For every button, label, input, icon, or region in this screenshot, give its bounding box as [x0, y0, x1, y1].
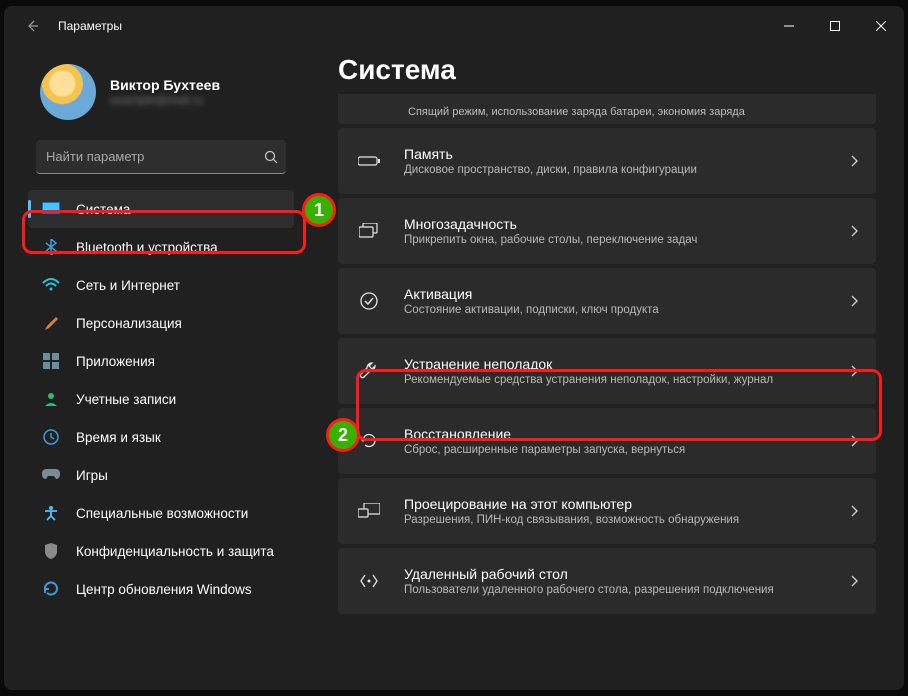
maximize-icon	[830, 21, 840, 31]
sidebar-item-privacy[interactable]: Конфиденциальность и защита	[28, 532, 294, 570]
user-block[interactable]: Виктор Бухтеев example@mail.ru	[12, 56, 304, 136]
arrow-left-icon	[24, 18, 40, 34]
minimize-icon	[784, 21, 794, 31]
row-multitasking[interactable]: Многозадачность Прикрепить окна, рабочие …	[338, 198, 876, 264]
row-recovery[interactable]: Восстановление Сброс, расширенные парамет…	[338, 408, 876, 474]
system-icon	[42, 200, 60, 218]
row-title: Память	[404, 146, 828, 162]
user-name: Виктор Бухтеев	[110, 77, 220, 93]
clock-icon	[42, 428, 60, 446]
chevron-right-icon	[850, 435, 858, 447]
row-projecting[interactable]: Проецирование на этот компьютер Разрешени…	[338, 478, 876, 544]
row-power-partial[interactable]: Спящий режим, использование заряда батар…	[338, 94, 876, 124]
sidebar-item-label: Время и язык	[76, 430, 161, 445]
row-storage[interactable]: Память Дисковое пространство, диски, прав…	[338, 128, 876, 194]
row-title: Удаленный рабочий стол	[404, 566, 828, 582]
gaming-icon	[42, 466, 60, 484]
sidebar-item-gaming[interactable]: Игры	[28, 456, 294, 494]
chevron-right-icon	[850, 365, 858, 377]
chevron-right-icon	[850, 575, 858, 587]
row-desc: Прикрепить окна, рабочие столы, переключ…	[404, 234, 828, 246]
brush-icon	[42, 314, 60, 332]
search-box[interactable]	[36, 140, 286, 174]
sidebar-item-bluetooth[interactable]: Bluetooth и устройства	[28, 228, 294, 266]
nav-list: Система Bluetooth и устройства Сеть и Ин…	[12, 190, 304, 608]
storage-icon	[356, 155, 382, 167]
row-title: Восстановление	[404, 426, 828, 442]
content-area: Виктор Бухтеев example@mail.ru Система B…	[4, 46, 904, 690]
minimize-button[interactable]	[766, 10, 812, 42]
row-desc: Пользователи удаленного рабочего стола, …	[404, 584, 828, 596]
chevron-right-icon	[850, 505, 858, 517]
sidebar-item-label: Конфиденциальность и защита	[76, 544, 274, 559]
row-desc: Дисковое пространство, диски, правила ко…	[404, 164, 828, 176]
sidebar-item-label: Специальные возможности	[76, 506, 248, 521]
row-desc: Сброс, расширенные параметры запуска, ве…	[404, 444, 828, 456]
accessibility-icon	[42, 504, 60, 522]
user-text: Виктор Бухтеев example@mail.ru	[110, 77, 220, 107]
sidebar-item-apps[interactable]: Приложения	[28, 342, 294, 380]
window-controls	[766, 10, 904, 42]
row-title: Устранение неполадок	[404, 356, 828, 372]
sidebar-item-label: Bluetooth и устройства	[76, 240, 218, 255]
settings-list: Спящий режим, использование заряда батар…	[338, 94, 876, 614]
apps-icon	[42, 352, 60, 370]
sidebar-item-time[interactable]: Время и язык	[28, 418, 294, 456]
bluetooth-icon	[42, 238, 60, 256]
settings-window: Параметры Виктор Бухтеев example@mail.ru	[4, 6, 904, 690]
chevron-right-icon	[850, 155, 858, 167]
row-title: Активация	[404, 286, 828, 302]
sidebar-item-network[interactable]: Сеть и Интернет	[28, 266, 294, 304]
maximize-button[interactable]	[812, 10, 858, 42]
close-icon	[876, 21, 886, 31]
sidebar-item-label: Учетные записи	[76, 392, 176, 407]
projecting-icon	[356, 503, 382, 519]
sidebar: Виктор Бухтеев example@mail.ru Система B…	[4, 46, 304, 690]
sidebar-item-accessibility[interactable]: Специальные возможности	[28, 494, 294, 532]
wifi-icon	[42, 276, 60, 294]
avatar	[40, 64, 96, 120]
remote-icon	[356, 573, 382, 589]
accounts-icon	[42, 390, 60, 408]
sidebar-item-label: Сеть и Интернет	[76, 278, 180, 293]
titlebar: Параметры	[4, 6, 904, 46]
shield-icon	[42, 542, 60, 560]
chevron-right-icon	[850, 295, 858, 307]
sidebar-item-system[interactable]: Система	[28, 190, 294, 228]
chevron-right-icon	[850, 225, 858, 237]
sidebar-item-label: Центр обновления Windows	[76, 582, 252, 597]
row-desc: Спящий режим, использование заряда батар…	[356, 106, 745, 118]
search-icon	[264, 150, 278, 164]
sidebar-item-label: Система	[76, 202, 130, 217]
multitasking-icon	[356, 223, 382, 239]
sidebar-item-personalization[interactable]: Персонализация	[28, 304, 294, 342]
sidebar-item-update[interactable]: Центр обновления Windows	[28, 570, 294, 608]
row-title: Многозадачность	[404, 216, 828, 232]
troubleshoot-icon	[356, 361, 382, 381]
main-panel: Система Спящий режим, использование заря…	[304, 46, 904, 690]
close-button[interactable]	[858, 10, 904, 42]
user-email: example@mail.ru	[110, 93, 220, 107]
recovery-icon	[356, 433, 382, 449]
sidebar-item-accounts[interactable]: Учетные записи	[28, 380, 294, 418]
row-activation[interactable]: Активация Состояние активации, подписки, …	[338, 268, 876, 334]
sidebar-item-label: Приложения	[76, 354, 155, 369]
sidebar-item-label: Игры	[76, 468, 108, 483]
back-button[interactable]	[22, 16, 42, 36]
update-icon	[42, 580, 60, 598]
row-desc: Разрешения, ПИН-код связывания, возможно…	[404, 514, 828, 526]
row-troubleshoot[interactable]: Устранение неполадок Рекомендуемые средст…	[338, 338, 876, 404]
row-desc: Рекомендуемые средства устранения непола…	[404, 374, 828, 386]
row-title: Проецирование на этот компьютер	[404, 496, 828, 512]
activation-icon	[356, 292, 382, 310]
window-title: Параметры	[58, 19, 122, 33]
search-input[interactable]	[36, 140, 286, 174]
sidebar-item-label: Персонализация	[76, 316, 182, 331]
page-title: Система	[338, 54, 876, 86]
row-desc: Состояние активации, подписки, ключ прод…	[404, 304, 828, 316]
row-remote[interactable]: Удаленный рабочий стол Пользователи удале…	[338, 548, 876, 614]
